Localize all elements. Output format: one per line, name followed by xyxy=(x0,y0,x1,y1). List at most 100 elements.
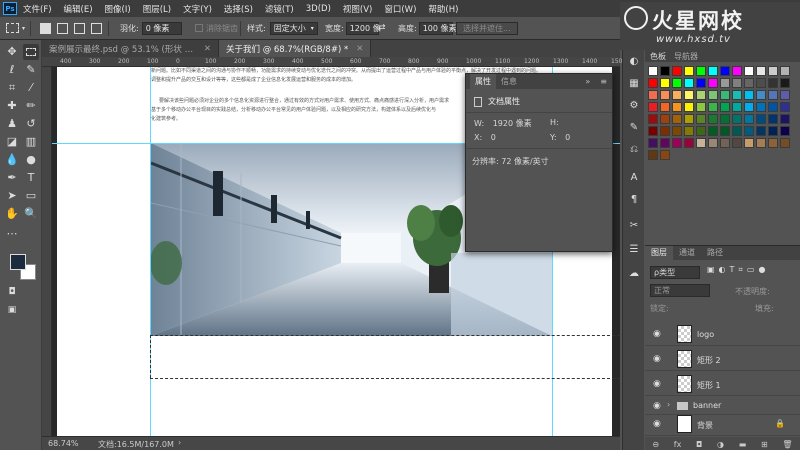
move-tool-icon[interactable]: ✥ xyxy=(4,44,20,60)
width-input[interactable]: 1200 像 xyxy=(345,21,381,35)
color-swatch[interactable] xyxy=(648,150,658,160)
tab-properties[interactable]: 属性 xyxy=(470,74,496,89)
x-value[interactable]: 0 xyxy=(491,133,496,142)
blend-mode-select[interactable]: 正常 xyxy=(650,284,710,297)
color-swatch[interactable] xyxy=(720,126,730,136)
layer-row[interactable]: ◉ 背景 🔒 xyxy=(645,412,800,436)
color-swatch[interactable] xyxy=(708,90,718,100)
visibility-eye-icon[interactable]: ◉ xyxy=(653,379,661,389)
path-selection-tool-icon[interactable]: ➤ xyxy=(4,188,20,204)
edit-toolbar-icon[interactable]: ⋯ xyxy=(4,226,20,242)
close-tab-icon[interactable]: ✕ xyxy=(356,44,363,54)
color-swatch[interactable] xyxy=(732,78,742,88)
color-swatch[interactable] xyxy=(684,114,694,124)
color-swatch[interactable] xyxy=(696,66,706,76)
color-swatch[interactable] xyxy=(660,90,670,100)
color-swatch[interactable] xyxy=(768,126,778,136)
color-swatch[interactable] xyxy=(780,90,790,100)
color-swatch[interactable] xyxy=(672,78,682,88)
y-value[interactable]: 0 xyxy=(565,133,570,142)
color-swatch[interactable] xyxy=(696,78,706,88)
color-swatch[interactable] xyxy=(708,102,718,112)
dodge-tool-icon[interactable]: ● xyxy=(23,152,39,168)
tab-paths[interactable]: 路径 xyxy=(701,246,729,260)
color-swatch[interactable] xyxy=(768,102,778,112)
color-swatch[interactable] xyxy=(660,102,670,112)
color-swatch[interactable] xyxy=(720,138,730,148)
zoom-tool-icon[interactable]: 🔍 xyxy=(23,206,39,222)
expand-arrow-icon[interactable]: › xyxy=(667,400,670,409)
panel-menu-icon[interactable]: ≡ xyxy=(595,77,612,86)
color-swatch[interactable] xyxy=(744,66,754,76)
new-layer-icon[interactable]: ⊞ xyxy=(761,440,768,449)
add-mask-icon[interactable]: ◘ xyxy=(696,440,702,449)
color-panel-icon[interactable]: ◐ xyxy=(626,54,642,70)
tab-channels[interactable]: 通道 xyxy=(673,246,701,260)
type-tool-icon[interactable]: T xyxy=(23,170,39,186)
color-swatch[interactable] xyxy=(780,126,790,136)
menu-filter[interactable]: 滤镜(T) xyxy=(265,3,294,15)
zoom-level[interactable]: 68.74% xyxy=(48,439,79,448)
antialias-checkbox[interactable] xyxy=(195,24,203,32)
tab-layers[interactable]: 图层 xyxy=(645,246,673,260)
swap-dimensions-icon[interactable]: ⇄ xyxy=(378,21,386,35)
color-swatch[interactable] xyxy=(648,114,658,124)
color-swatch[interactable] xyxy=(696,114,706,124)
color-swatch[interactable] xyxy=(660,114,670,124)
color-swatch[interactable] xyxy=(660,126,670,136)
visibility-eye-icon[interactable]: ◉ xyxy=(653,401,661,411)
color-swatch[interactable] xyxy=(756,90,766,100)
healing-brush-tool-icon[interactable]: ✚ xyxy=(4,98,20,114)
menu-file[interactable]: 文件(F) xyxy=(23,3,52,15)
color-swatch[interactable] xyxy=(732,126,742,136)
rectangular-marquee-tool-icon[interactable] xyxy=(23,44,39,60)
color-swatch[interactable] xyxy=(744,138,754,148)
color-swatch[interactable] xyxy=(672,90,682,100)
menu-edit[interactable]: 编辑(E) xyxy=(64,3,93,15)
color-swatch[interactable] xyxy=(720,90,730,100)
color-swatch[interactable] xyxy=(732,138,742,148)
color-swatch[interactable] xyxy=(684,66,694,76)
color-swatch[interactable] xyxy=(768,114,778,124)
subtract-selection-icon[interactable] xyxy=(74,22,85,34)
eyedropper-tool-icon[interactable]: ⁄ xyxy=(23,80,39,96)
lasso-tool-icon[interactable]: ℓ xyxy=(4,62,20,78)
marquee-tool-preset[interactable]: ▾ xyxy=(6,21,25,35)
visibility-eye-icon[interactable]: ◉ xyxy=(653,354,661,364)
menu-window[interactable]: 窗口(W) xyxy=(384,3,416,15)
color-swatch[interactable] xyxy=(768,66,778,76)
color-swatch[interactable] xyxy=(756,126,766,136)
color-swatch[interactable] xyxy=(648,126,658,136)
tool-presets-icon[interactable]: ✂ xyxy=(626,218,642,234)
color-swatch[interactable] xyxy=(780,138,790,148)
adjustment-layer-icon[interactable]: ◑ xyxy=(717,440,724,449)
color-swatch[interactable] xyxy=(780,78,790,88)
color-swatch[interactable] xyxy=(696,126,706,136)
color-swatch[interactable] xyxy=(672,102,682,112)
brush-tool-icon[interactable]: ✏ xyxy=(23,98,39,114)
color-swatch[interactable] xyxy=(720,78,730,88)
color-swatch[interactable] xyxy=(708,78,718,88)
guide-line[interactable] xyxy=(150,67,151,436)
add-selection-icon[interactable] xyxy=(57,22,68,34)
color-swatch[interactable] xyxy=(780,66,790,76)
color-swatch[interactable] xyxy=(684,102,694,112)
new-selection-icon[interactable] xyxy=(40,22,51,34)
color-swatch[interactable] xyxy=(660,78,670,88)
color-swatch[interactable] xyxy=(672,66,682,76)
select-and-mask-button[interactable]: 选择并遮住... xyxy=(456,21,518,35)
menu-view[interactable]: 视图(V) xyxy=(343,3,372,15)
color-swatch[interactable] xyxy=(672,138,682,148)
tab-info[interactable]: 信息 xyxy=(496,76,522,87)
w-value[interactable]: 1920 像素 xyxy=(493,119,532,128)
character-panel-icon[interactable]: A xyxy=(626,170,642,186)
new-group-icon[interactable]: ▬ xyxy=(739,440,747,449)
tab-about-us[interactable]: 关于我们 @ 68.7%(RGB/8#) * ✕ xyxy=(219,40,372,57)
rectangle-tool-icon[interactable]: ▭ xyxy=(23,188,39,204)
layer-filter-select[interactable]: ρ类型 xyxy=(650,266,700,279)
visibility-eye-icon[interactable]: ◉ xyxy=(653,329,661,339)
status-menu-arrow-icon[interactable]: › xyxy=(178,438,181,447)
color-swatch[interactable] xyxy=(708,126,718,136)
height-input[interactable]: 100 像素 xyxy=(418,21,457,35)
color-swatch[interactable] xyxy=(684,78,694,88)
